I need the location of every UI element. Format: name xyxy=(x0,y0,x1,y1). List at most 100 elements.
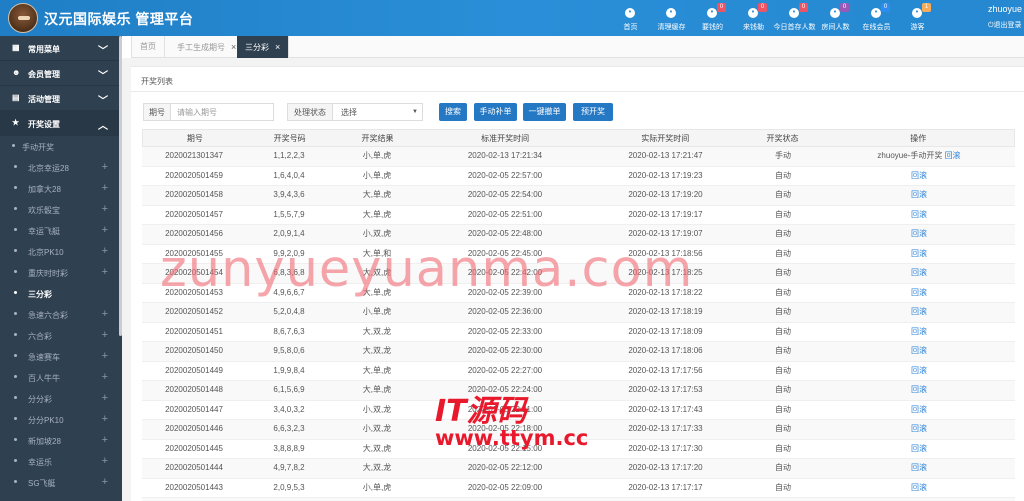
room-icon: • xyxy=(830,8,840,18)
tab-close-icon[interactable]: × xyxy=(275,42,280,52)
plus-icon[interactable]: + xyxy=(102,413,108,425)
online-user-icon: • xyxy=(871,8,881,18)
sidebar-item-15[interactable]: SG飞艇 + xyxy=(0,472,122,493)
sidebar-item-14[interactable]: 幸运乐 + xyxy=(0,451,122,472)
cell-std-time: 2020-02-05 22:21:00 xyxy=(467,404,543,414)
table-row: 2020020501449 1,9,9,8,4 大,单,虎 2020-02-05 22… xyxy=(142,362,1015,381)
user-menu[interactable]: zhuoyue ⏻退出登录 xyxy=(988,4,1024,30)
plus-icon[interactable]: + xyxy=(102,308,108,320)
sidebar-item-label: 急速赛车 xyxy=(28,353,60,362)
sidebar-item-8[interactable]: 六合彩 + xyxy=(0,325,122,346)
grid-icon: ▦ xyxy=(12,43,20,52)
plus-icon[interactable]: + xyxy=(102,476,108,488)
plus-icon[interactable]: + xyxy=(102,329,108,341)
rollback-link[interactable]: 回滚 xyxy=(911,288,927,297)
cell-numbers: 9,5,8,0,6 xyxy=(273,346,305,355)
tab-manual-period[interactable]: 手工生成期号 × xyxy=(169,36,246,58)
rollback-link[interactable]: 回滚 xyxy=(911,346,927,355)
sidebar-item-9[interactable]: 急速赛车 + xyxy=(0,346,122,367)
rollback-link[interactable]: 回滚 xyxy=(911,249,927,258)
tab-close-icon[interactable]: × xyxy=(231,42,236,52)
rollback-link[interactable]: 回滚 xyxy=(911,424,927,433)
manual-supplement-button[interactable]: 手动补单 xyxy=(474,103,517,121)
star-icon: ★ xyxy=(12,118,20,127)
logout-link[interactable]: ⏻退出登录 xyxy=(988,20,1024,30)
pre-draw-button[interactable]: 预开奖 xyxy=(573,103,613,121)
bullet-icon xyxy=(14,207,17,210)
cell-action: 回滚 xyxy=(823,420,1015,439)
plus-icon[interactable]: + xyxy=(102,161,108,173)
rollback-link[interactable]: 回滚 xyxy=(945,151,961,160)
tab-home[interactable]: 首页 xyxy=(132,36,165,58)
sidebar-group-2[interactable]: ▤ 活动管理 ﹀ xyxy=(0,86,122,111)
sidebar-item-2[interactable]: 欢乐骰宝 + xyxy=(0,199,122,220)
cell-act-time: 2020-02-13 17:19:17 xyxy=(628,209,703,219)
rollback-link[interactable]: 回滚 xyxy=(911,268,927,277)
sidebar-group-3[interactable]: ★ 开奖设置 ︿ xyxy=(0,111,122,136)
plus-icon[interactable]: + xyxy=(102,434,108,446)
sidebar-item-label: 急速六合彩 xyxy=(28,311,68,320)
sidebar-item-6[interactable]: 三分彩 xyxy=(0,283,122,304)
plus-icon[interactable]: + xyxy=(102,350,108,362)
sidebar-item-10[interactable]: 百人牛牛 + xyxy=(0,367,122,388)
cell-act-time: 2020-02-13 17:18:25 xyxy=(628,268,703,277)
rollback-link[interactable]: 回滚 xyxy=(911,307,927,316)
cell-period: 2020020501444 xyxy=(165,463,223,472)
sidebar-item-5[interactable]: 重庆时时彩 + xyxy=(0,262,122,283)
rollback-link[interactable]: 回滚 xyxy=(911,366,927,375)
table-row: 2020020501445 3,8,8,8,9 大,双,虎 2020-02-05 22… xyxy=(142,440,1015,459)
plus-icon[interactable]: + xyxy=(102,224,108,236)
cell-status: 自动 xyxy=(775,424,791,433)
plus-icon[interactable]: + xyxy=(102,203,108,215)
sidebar-group-0[interactable]: ▦ 常用菜单 ﹀ xyxy=(0,36,122,61)
rollback-link[interactable]: 回滚 xyxy=(911,229,927,238)
sidebar-item-1[interactable]: 加拿大28 + xyxy=(0,178,122,199)
plus-icon[interactable]: + xyxy=(102,245,108,257)
cell-result: 小,双,虎 xyxy=(362,229,392,238)
cell-numbers: 2,0,9,1,4 xyxy=(273,229,305,238)
tab-scroll-left-button[interactable] xyxy=(122,36,132,58)
status-select[interactable]: 选择 ▼ xyxy=(333,103,423,121)
rollback-link[interactable]: 回滚 xyxy=(911,210,927,219)
cell-act-time: 2020-02-13 17:19:07 xyxy=(628,229,703,238)
cell-status: 自动 xyxy=(775,404,791,414)
bullet-icon xyxy=(14,312,17,315)
search-button[interactable]: 搜索 xyxy=(439,103,467,121)
rollback-link[interactable]: 回滚 xyxy=(911,483,927,492)
cell-std-time: 2020-02-05 22:18:00 xyxy=(467,424,543,433)
rollback-link[interactable]: 回滚 xyxy=(911,327,927,336)
plus-icon[interactable]: + xyxy=(102,392,108,404)
panel-divider xyxy=(131,91,1024,92)
sidebar-scrollbar[interactable] xyxy=(119,36,122,336)
table-row: 2020020501443 2,0,9,5,3 小,单,虎 2020-02-05 22… xyxy=(142,479,1015,498)
cell-result: 大,双,龙 xyxy=(362,326,392,336)
cell-period: 2020020501457 xyxy=(165,209,223,219)
sidebar-item-3[interactable]: 幸运飞艇 + xyxy=(0,220,122,241)
cell-period: 2020020501451 xyxy=(165,326,223,336)
rollback-link[interactable]: 回滚 xyxy=(911,171,927,180)
plus-icon[interactable]: + xyxy=(102,455,108,467)
sidebar-item-11[interactable]: 分分彩 + xyxy=(0,388,122,409)
sidebar-group-1[interactable]: ☻ 会员管理 ﹀ xyxy=(0,61,122,86)
cell-result: 大,双,龙 xyxy=(362,463,392,472)
tab-sanfencai[interactable]: 三分彩 × xyxy=(237,36,290,58)
sidebar-submenu-title[interactable]: 手动开奖 xyxy=(0,136,122,157)
col-act-time: 实际开奖时间 xyxy=(641,134,690,143)
sidebar-item-0[interactable]: 北京幸运28 + xyxy=(0,157,122,178)
plus-icon[interactable]: + xyxy=(102,266,108,278)
sidebar-item-7[interactable]: 急速六合彩 + xyxy=(0,304,122,325)
sidebar-item-13[interactable]: 新加坡28 + xyxy=(0,430,122,451)
sidebar-item-12[interactable]: 分分PK10 + xyxy=(0,409,122,430)
period-input[interactable]: 请输入期号 xyxy=(171,103,274,121)
rollback-link[interactable]: 回滚 xyxy=(911,463,927,472)
plus-icon[interactable]: + xyxy=(102,182,108,194)
plus-icon[interactable]: + xyxy=(102,371,108,383)
rollback-link[interactable]: 回滚 xyxy=(911,190,927,199)
nav-item-7[interactable]: • 1 游客 xyxy=(897,0,938,36)
sidebar-item-label: 六合彩 xyxy=(28,332,52,341)
rollback-link[interactable]: 回滚 xyxy=(911,385,927,394)
one-click-cancel-button[interactable]: 一键撤单 xyxy=(523,103,566,121)
rollback-link[interactable]: 回滚 xyxy=(911,444,927,453)
sidebar-item-4[interactable]: 北京PK10 + xyxy=(0,241,122,262)
rollback-link[interactable]: 回滚 xyxy=(911,405,927,414)
